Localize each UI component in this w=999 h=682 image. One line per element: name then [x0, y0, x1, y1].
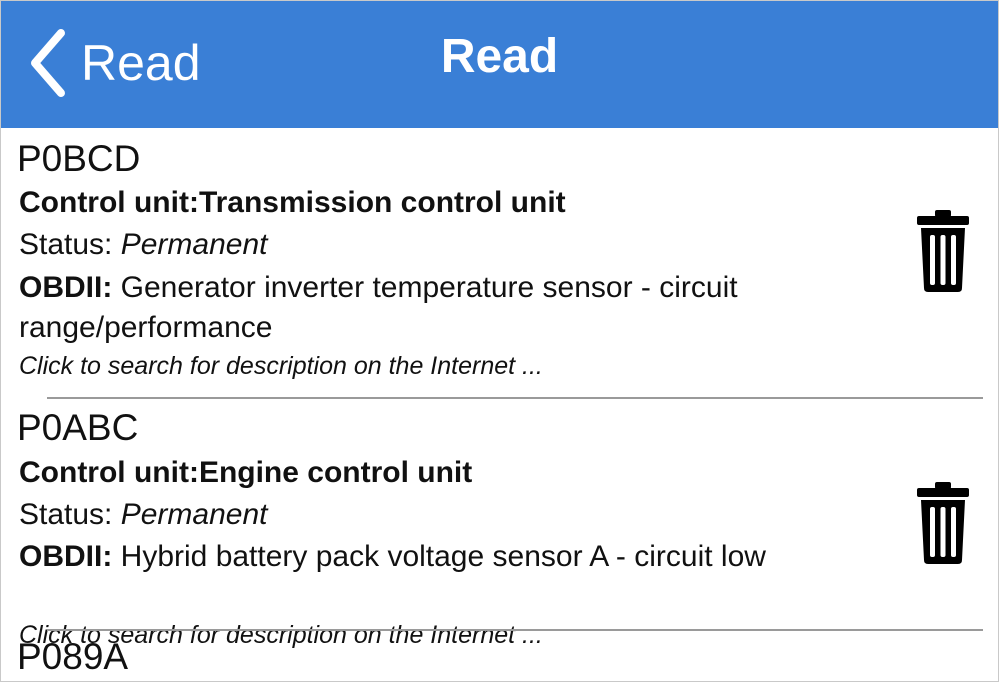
screen: Read Read P0BCD Control unit:Transmissio… [0, 0, 999, 682]
obd-label: OBDII: [19, 271, 113, 304]
obd-text: Hybrid battery pack voltage sensor A - c… [112, 540, 766, 573]
control-unit-text: Control unit:Engine control unit [19, 456, 473, 489]
obd-text: Generator inverter temperature sensor - … [19, 271, 738, 344]
row-divider [47, 629, 983, 631]
status-value: Permanent [120, 228, 268, 261]
obd-description: OBDII: Generator inverter temperature se… [19, 268, 839, 348]
navigation-bar: Read Read [1, 1, 998, 128]
trash-icon[interactable] [913, 210, 973, 292]
status-label: Status: [19, 228, 121, 261]
obd-label: OBDII: [19, 540, 113, 573]
status-label: Status: [19, 498, 121, 531]
status-text: Status: Permanent [19, 500, 267, 530]
status-text: Status: Permanent [19, 230, 267, 260]
list-item[interactable]: P0BCD Control unit:Transmission control … [1, 128, 998, 398]
trouble-code: P0BCD [17, 138, 141, 179]
list-item[interactable]: P089A [1, 636, 998, 681]
page-title: Read [440, 30, 559, 83]
search-hint-link[interactable]: Click to search for description on the I… [19, 354, 543, 379]
trouble-code: P089A [17, 636, 129, 677]
control-unit-text: Control unit:Transmission control unit [19, 186, 566, 219]
trouble-code: P0ABC [17, 407, 139, 448]
trash-icon[interactable] [913, 482, 973, 564]
obd-description: OBDII: Hybrid battery pack voltage senso… [19, 537, 839, 577]
status-value: Permanent [120, 498, 268, 531]
row-divider [47, 397, 983, 399]
